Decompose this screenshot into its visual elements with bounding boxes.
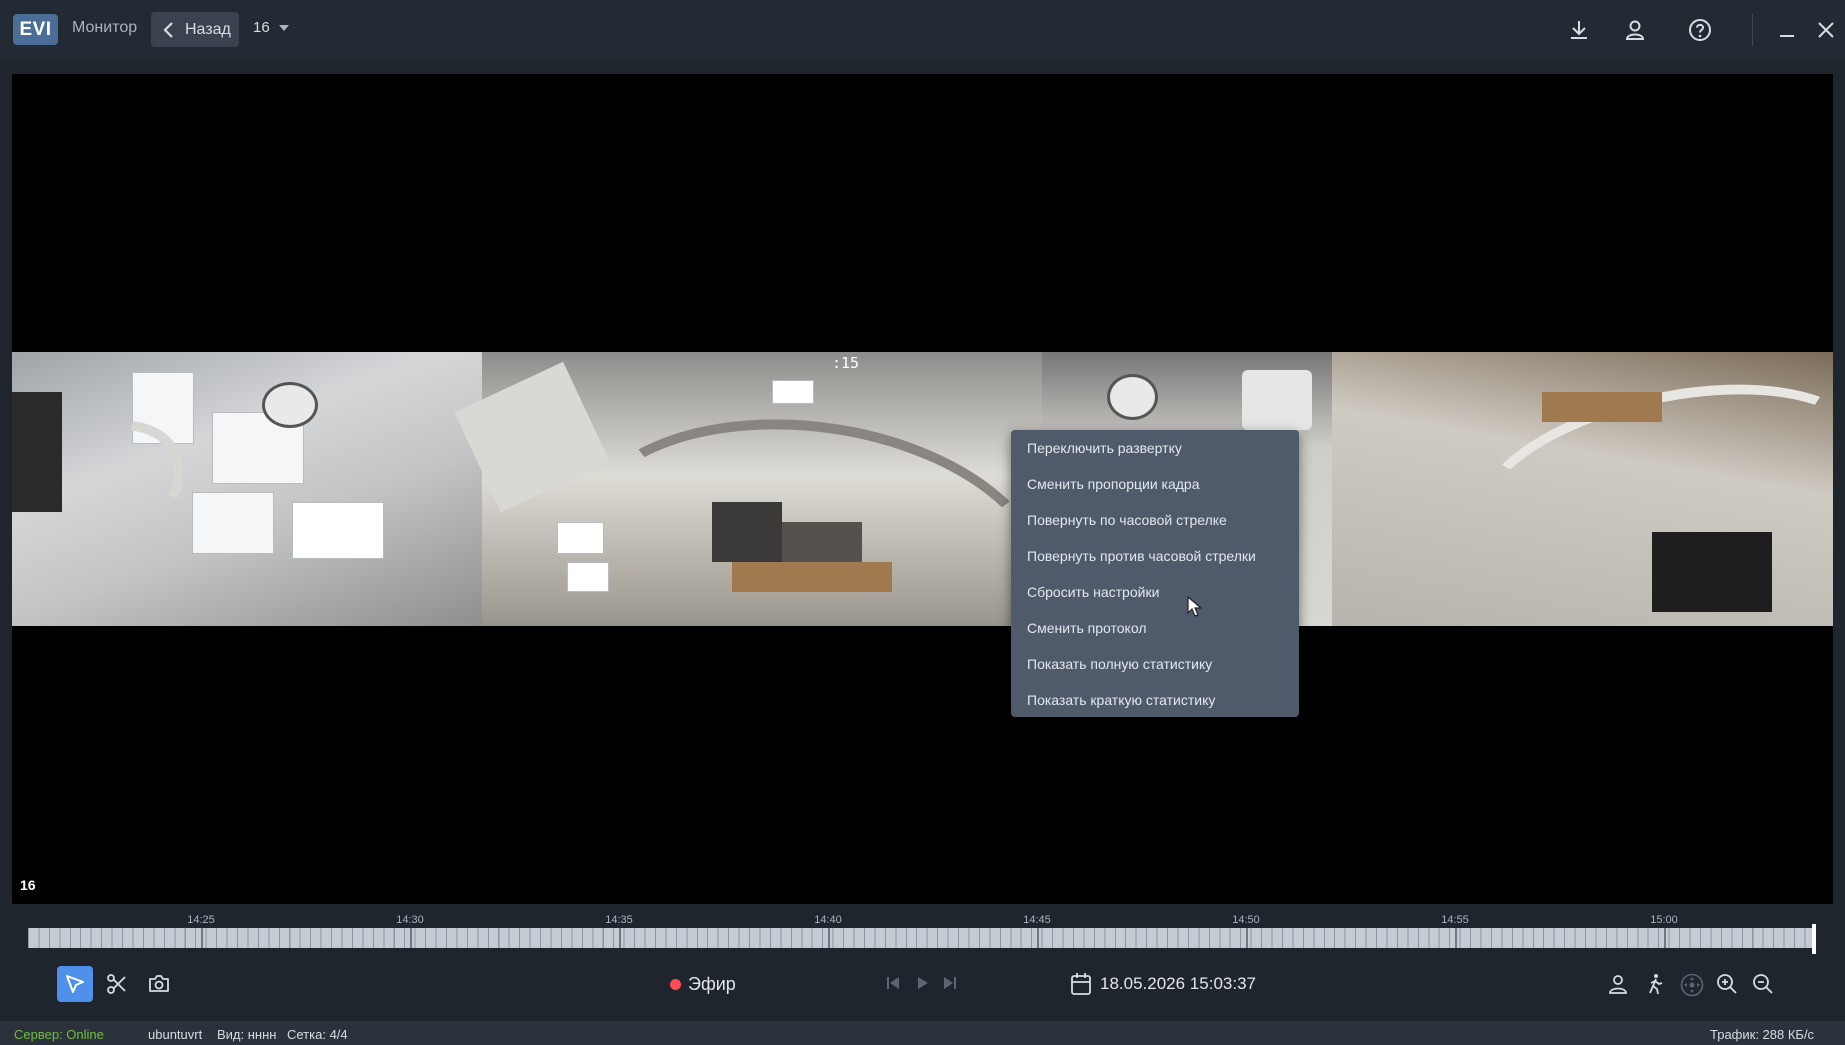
timeline-label: 14:40	[814, 914, 842, 926]
cut-tool-button[interactable]	[99, 966, 135, 1002]
server-status: Сервер: Online	[14, 1027, 104, 1042]
host-name: ubuntuvrt	[148, 1027, 203, 1042]
timeline-bar[interactable]	[28, 928, 1816, 948]
video-osd-time: :15	[832, 354, 860, 372]
minimize-icon[interactable]	[1775, 18, 1799, 42]
scissors-icon	[107, 974, 126, 994]
panoramic-video-frame[interactable]: :15	[12, 352, 1833, 626]
back-button-label: Назад	[185, 21, 231, 38]
calendar-icon	[1071, 973, 1091, 995]
camera-select-value: 16	[253, 19, 270, 36]
ptz-control-icon[interactable]	[1680, 973, 1704, 997]
menu-item-rotate-ccw[interactable]: Повернуть против часовой стрелки	[1027, 548, 1256, 564]
pointer-icon	[66, 975, 84, 993]
timeline-label: 14:55	[1441, 914, 1469, 926]
user-icon[interactable]	[1623, 18, 1647, 42]
help-icon[interactable]	[1688, 18, 1712, 42]
timeline-label: 14:25	[187, 914, 215, 926]
play-icon[interactable]	[916, 976, 930, 990]
datetime-picker[interactable]: 18.05.2026 15:03:37	[1070, 972, 1256, 1001]
view-name: Вид: нннн	[217, 1027, 277, 1042]
chevron-left-icon	[163, 22, 173, 38]
datetime-label: 18.05.2026 15:03:37	[1100, 974, 1256, 993]
motion-detect-icon[interactable]	[1644, 973, 1666, 995]
timeline-label: 15:00	[1650, 914, 1678, 926]
chevron-down-icon	[279, 25, 289, 31]
menu-item-rotate-cw[interactable]: Повернуть по часовой стрелке	[1027, 512, 1227, 528]
timeline-label: 14:45	[1023, 914, 1051, 926]
snapshot-button[interactable]	[141, 966, 177, 1002]
timeline-label: 14:30	[396, 914, 424, 926]
app-logo: EVI	[13, 14, 58, 45]
person-detect-icon[interactable]	[1607, 973, 1629, 995]
live-label: Эфир	[688, 974, 736, 994]
select-tool-button[interactable]	[57, 966, 93, 1002]
skip-forward-icon[interactable]	[943, 976, 957, 990]
timeline-label: 14:50	[1232, 914, 1260, 926]
menu-item-change-protocol[interactable]: Сменить протокол	[1027, 620, 1147, 636]
traffic-info: Трафик: 288 КБ/с	[1710, 1027, 1815, 1042]
mouse-cursor-icon	[1187, 596, 1203, 617]
top-bar: EVI Монитор Назад 16	[0, 0, 1845, 59]
status-bar: Сервер: Online ubuntuvrt Вид: нннн Сетка…	[0, 1021, 1845, 1045]
zoom-out-icon[interactable]	[1752, 973, 1774, 995]
live-indicator-icon	[670, 979, 681, 990]
menu-item-switch-unwrap[interactable]: Переключить развертку	[1027, 440, 1182, 456]
back-button[interactable]: Назад	[151, 12, 239, 47]
grid-info: Сетка: 4/4	[287, 1027, 348, 1042]
timeline-label: 14:35	[605, 914, 633, 926]
menu-item-change-aspect[interactable]: Сменить пропорции кадра	[1027, 476, 1199, 492]
header-separator	[1752, 14, 1753, 46]
zoom-in-icon[interactable]	[1716, 973, 1738, 995]
video-viewport[interactable]: :15 16	[12, 74, 1833, 904]
camera-icon	[149, 975, 169, 992]
skip-back-icon[interactable]	[886, 976, 900, 990]
camera-select[interactable]: 16	[253, 19, 289, 36]
menu-item-short-stats[interactable]: Показать краткую статистику	[1027, 692, 1215, 708]
menu-item-full-stats[interactable]: Показать полную статистику	[1027, 656, 1212, 672]
timeline-current-marker[interactable]	[1812, 924, 1816, 954]
download-icon[interactable]	[1567, 18, 1591, 42]
timeline-labels: 14:25 14:30 14:35 14:40 14:45 14:50 14:5…	[0, 914, 1845, 928]
close-icon[interactable]	[1814, 18, 1838, 42]
nav-monitor-link[interactable]: Монитор	[72, 19, 137, 37]
menu-item-reset-settings[interactable]: Сбросить настройки	[1027, 584, 1159, 600]
context-menu: Переключить развертку Сменить пропорции …	[1011, 430, 1299, 717]
camera-number-label: 16	[20, 877, 36, 893]
